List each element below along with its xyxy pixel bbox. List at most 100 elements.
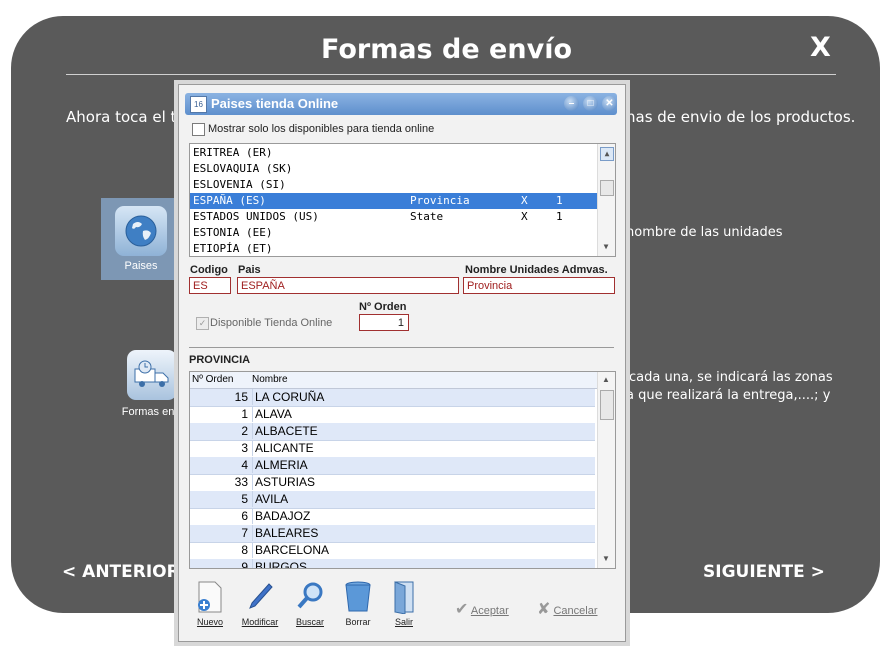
- province-row[interactable]: 5 AVILA: [190, 491, 595, 509]
- province-orden: 33: [234, 475, 248, 489]
- province-orden: 9: [241, 560, 248, 569]
- province-orden: 3: [241, 441, 248, 455]
- grid-header-nombre: Nombre: [252, 374, 288, 385]
- section-divider: [189, 347, 614, 348]
- country-name: ESTONIA (EE): [193, 226, 273, 239]
- nuevo-button[interactable]: Nuevo: [187, 579, 233, 627]
- cancelar-button[interactable]: ✘ Cancelar: [537, 599, 598, 619]
- close-dialog-icon[interactable]: ✕: [602, 96, 617, 111]
- codigo-field[interactable]: ES: [189, 277, 231, 294]
- close-icon[interactable]: X: [810, 32, 831, 63]
- scroll-down-icon[interactable]: ▼: [600, 241, 612, 253]
- province-row[interactable]: 33 ASTURIAS: [190, 474, 595, 492]
- dialog-titlebar[interactable]: 16 Paises tienda Online – □ ✕: [185, 93, 617, 115]
- grid-scroll-up-icon[interactable]: ▲: [600, 374, 612, 386]
- unidades-field[interactable]: Provincia: [463, 277, 615, 294]
- province-row[interactable]: 4 ALMERIA: [190, 457, 595, 475]
- province-nombre: BALEARES: [252, 525, 318, 541]
- disponible-label: Disponible Tienda Online: [210, 317, 333, 329]
- orden-label: Nº Orden: [359, 301, 407, 313]
- country-mark: X: [521, 194, 528, 207]
- pais-field[interactable]: ESPAÑA: [237, 277, 459, 294]
- province-nombre: BARCELONA: [252, 542, 329, 558]
- province-orden: 5: [241, 492, 248, 506]
- dialog-toolbar: Nuevo Modificar Buscar Borrar Salir ✔ Ac…: [185, 575, 619, 635]
- province-row[interactable]: 2 ALBACETE: [190, 423, 595, 441]
- country-list-scrollbar[interactable]: ▲ ▼: [597, 144, 615, 256]
- formas-description-line-2: a que realizará la entrega,....; y: [626, 388, 831, 403]
- new-document-icon: [187, 579, 233, 615]
- next-button[interactable]: SIGUIENTE >: [703, 562, 825, 582]
- province-row[interactable]: 15 LA CORUÑA: [190, 389, 595, 407]
- country-name: ESLOVAQUIA (SK): [193, 162, 293, 175]
- filter-online-label: Mostrar solo los disponibles para tienda…: [208, 123, 435, 135]
- paises-description: nombre de las unidades: [626, 225, 783, 240]
- country-row[interactable]: ERITREA (ER): [190, 145, 597, 161]
- province-row[interactable]: 8 BARCELONA: [190, 542, 595, 560]
- province-nombre: ALICANTE: [252, 440, 314, 456]
- province-row[interactable]: 1 ALAVA: [190, 406, 595, 424]
- grid-scrollbar[interactable]: ▲ ▼: [597, 372, 615, 568]
- check-icon: ✔: [455, 601, 469, 618]
- country-row[interactable]: ESLOVENIA (SI): [190, 177, 597, 193]
- buscar-button[interactable]: Buscar: [287, 579, 333, 627]
- orden-field[interactable]: 1: [359, 314, 409, 331]
- title-divider: [66, 74, 836, 75]
- province-nombre: ALMERIA: [252, 457, 308, 473]
- cancelar-label: Cancelar: [553, 605, 598, 617]
- wizard-title: Formas de envío: [320, 34, 572, 65]
- country-list[interactable]: ERITREA (ER) ESLOVAQUIA (SK) ESLOVENIA (SI…: [189, 143, 616, 257]
- codigo-label: Codigo: [190, 264, 228, 276]
- paises-tile-label: Paises: [124, 260, 158, 272]
- scroll-up-icon[interactable]: ▲: [600, 147, 614, 161]
- country-row[interactable]: ESTONIA (EE): [190, 225, 597, 241]
- trash-icon: [335, 579, 381, 615]
- salir-button[interactable]: Salir: [381, 579, 427, 627]
- province-nombre: ALBACETE: [252, 423, 318, 439]
- borrar-label: Borrar: [345, 617, 371, 627]
- maximize-icon[interactable]: □: [583, 96, 598, 111]
- borrar-button[interactable]: Borrar: [335, 579, 381, 627]
- aceptar-label: Aceptar: [470, 605, 509, 617]
- province-nombre: ASTURIAS: [252, 474, 315, 490]
- provincia-grid[interactable]: Nº Orden Nombre 15 LA CORUÑA 1 ALAVA 2 ALBACE…: [189, 371, 616, 569]
- country-row[interactable]: ETIOPÍA (ET): [190, 241, 597, 256]
- grid-scroll-thumb[interactable]: [600, 390, 614, 420]
- aceptar-button[interactable]: ✔ Aceptar: [455, 599, 509, 619]
- modificar-label: Modificar: [241, 617, 279, 627]
- previous-button[interactable]: < ANTERIOR: [62, 562, 180, 582]
- country-row[interactable]: ESLOVAQUIA (SK): [190, 161, 597, 177]
- province-orden: 15: [234, 390, 248, 404]
- province-orden: 8: [241, 543, 248, 557]
- country-row[interactable]: ESPAÑA (ES) Provincia X 1: [190, 193, 597, 209]
- province-row[interactable]: 7 BALEARES: [190, 525, 595, 543]
- salir-label: Salir: [394, 617, 413, 627]
- country-name: ETIOPÍA (ET): [193, 242, 273, 255]
- country-row[interactable]: ESTADOS UNIDOS (US) State X 1: [190, 209, 597, 225]
- disponible-checkbox[interactable]: ✓: [196, 317, 209, 330]
- scroll-thumb[interactable]: [600, 180, 614, 196]
- country-name: ESTADOS UNIDOS (US): [193, 210, 319, 223]
- country-unit: Provincia: [410, 194, 470, 207]
- province-row[interactable]: 3 ALICANTE: [190, 440, 595, 458]
- province-orden: 7: [241, 526, 248, 540]
- paises-dialog: 16 Paises tienda Online – □ ✕ Mostrar so…: [178, 84, 626, 642]
- province-nombre: AVILA: [252, 491, 288, 507]
- modificar-button[interactable]: Modificar: [237, 579, 283, 627]
- grid-header-orden: Nº Orden: [192, 374, 234, 385]
- province-row[interactable]: 9 BURGOS: [190, 559, 595, 569]
- province-orden: 1: [241, 407, 248, 421]
- filter-online-checkbox[interactable]: [192, 123, 205, 136]
- country-order: 1: [556, 210, 563, 223]
- paises-tile[interactable]: Paises: [101, 198, 181, 280]
- grid-scroll-down-icon[interactable]: ▼: [600, 553, 612, 565]
- minimize-icon[interactable]: –: [564, 96, 579, 111]
- provincia-section-title: PROVINCIA: [189, 354, 251, 366]
- search-icon: [287, 579, 333, 615]
- buscar-label: Buscar: [295, 617, 324, 627]
- dialog-title: Paises tienda Online: [211, 96, 339, 111]
- pen-icon: [237, 579, 283, 615]
- province-row[interactable]: 6 BADAJOZ: [190, 508, 595, 526]
- province-nombre: ALAVA: [252, 406, 292, 422]
- country-name: ESLOVENIA (SI): [193, 178, 286, 191]
